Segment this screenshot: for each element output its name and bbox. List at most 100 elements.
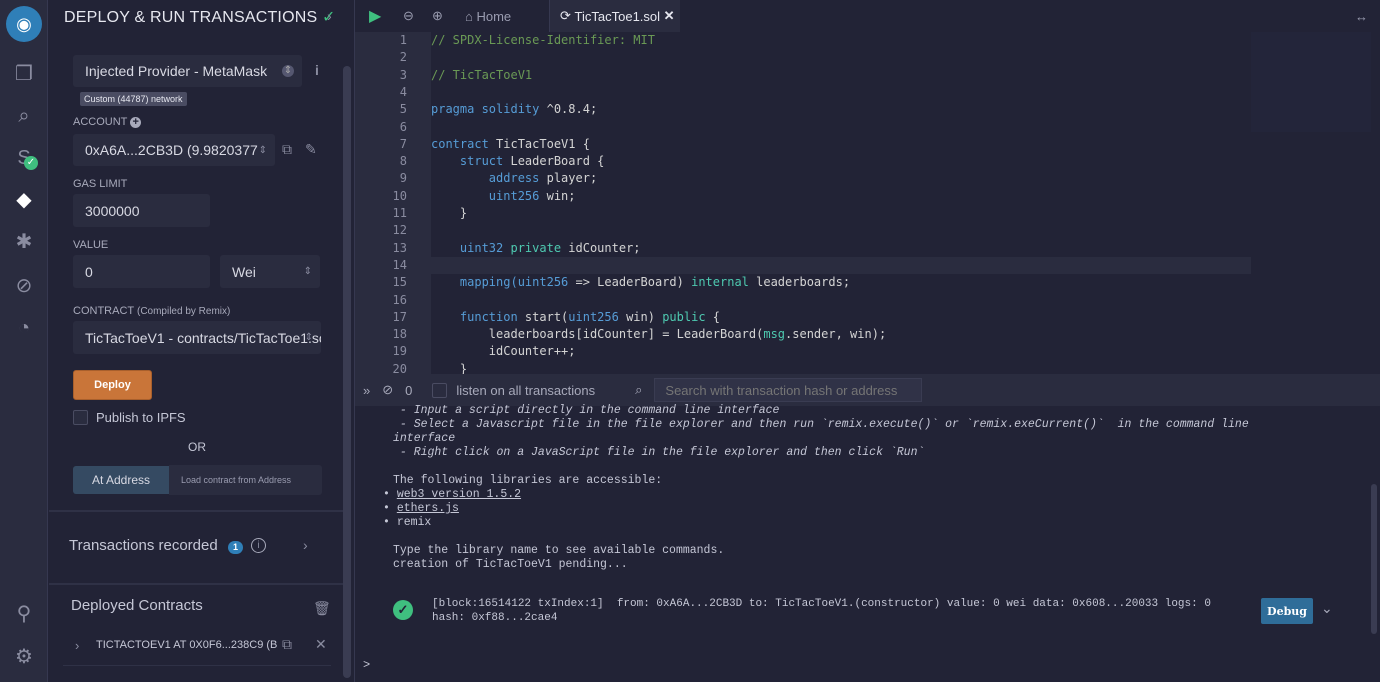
- add-account-icon[interactable]: +: [130, 117, 142, 128]
- code-text: leaderboards[idCounter] = LeaderBoard(ms…: [431, 326, 886, 343]
- terminal-prompt[interactable]: >: [363, 658, 370, 672]
- zoom-out-icon[interactable]: ⊖: [403, 0, 414, 32]
- success-icon: ✓: [393, 600, 413, 620]
- expand-icon[interactable]: ↔: [1355, 0, 1368, 32]
- code-line[interactable]: 7 contract TicTacToeV1 {: [355, 136, 1251, 153]
- close-icon[interactable]: ✕: [664, 8, 675, 24]
- code-line[interactable]: 9 address player;: [355, 170, 1251, 187]
- code-line[interactable]: 14: [355, 256, 1251, 275]
- line-number: 6: [399, 119, 407, 134]
- terminal-line: - Right click on a JavaScript file in th…: [393, 446, 925, 459]
- panel-scrollbar[interactable]: [343, 66, 351, 678]
- trash-icon[interactable]: 🗑: [313, 600, 331, 617]
- minimap[interactable]: [1251, 32, 1371, 132]
- transactions-count-badge: 1: [228, 541, 243, 554]
- contract-select[interactable]: TicTacToeV1 - contracts/TicTacToe1.sol ⇕: [73, 321, 321, 354]
- code-line[interactable]: 1 // SPDX-License-Identifier: MIT: [355, 32, 1251, 49]
- editor: ▶ ⊖ ⊕ ⌂ Home ⟳ TicTacToe1.sol ✕ ↔ 1 // SP…: [355, 0, 1380, 374]
- chevron-right-icon[interactable]: ›: [327, 8, 332, 24]
- code-area[interactable]: 1 // SPDX-License-Identifier: MIT 2 3 // Tic…: [355, 32, 1251, 374]
- tab-bar: ▶ ⊖ ⊕ ⌂ Home ⟳ TicTacToe1.sol ✕ ↔: [355, 0, 1380, 32]
- tx-hash: hash: 0xf88...2cae4: [432, 612, 558, 624]
- code-text: }: [431, 205, 467, 222]
- code-token: idCounter;: [568, 240, 641, 255]
- search-icon: ⌕: [635, 382, 643, 397]
- gas-limit-input[interactable]: 3000000: [73, 194, 210, 227]
- tab-file[interactable]: ⟳ TicTacToe1.sol ✕: [549, 0, 680, 32]
- code-line[interactable]: 3 // TicTacToeV1: [355, 67, 1251, 84]
- terminal-output: - Input a script directly in the command…: [383, 404, 1249, 571]
- contract-label: CONTRACT (Compiled by Remix): [73, 305, 230, 317]
- file-explorer-icon[interactable]: ❐: [12, 62, 36, 86]
- code-line[interactable]: 15 mapping(uint256 => LeaderBoard) inter…: [355, 274, 1251, 291]
- close-icon[interactable]: ✕: [315, 636, 327, 653]
- panel-title-text: DEPLOY & RUN TRANSACTIONS: [64, 9, 318, 26]
- line-number: 12: [392, 223, 407, 238]
- code-text: uint32 private idCounter;: [431, 240, 641, 257]
- publish-ipfs-label: Publish to IPFS: [96, 410, 186, 425]
- environment-select[interactable]: Injected Provider - MetaMask ⇕: [73, 55, 302, 87]
- listen-checkbox[interactable]: [432, 382, 448, 398]
- run-icon[interactable]: ▶: [369, 0, 381, 32]
- code-line[interactable]: 8 struct LeaderBoard {: [355, 153, 1251, 170]
- account-select[interactable]: 0xA6A...2CB3D (9.9820377 ⇕: [73, 134, 275, 166]
- transaction-log[interactable]: [block:16514122 txIndex:1] from: 0xA6A..…: [432, 597, 1211, 625]
- code-line[interactable]: 11 }: [355, 205, 1251, 222]
- terminal-line: creation of TicTacToeV1 pending...: [393, 558, 628, 571]
- chevron-right-icon[interactable]: ›: [303, 537, 308, 553]
- code-text: address player;: [431, 170, 597, 187]
- collapse-icon[interactable]: »: [363, 383, 370, 398]
- code-line[interactable]: 16: [355, 292, 1251, 309]
- edit-icon[interactable]: ✎: [305, 141, 317, 158]
- publish-ipfs-checkbox[interactable]: [73, 410, 88, 425]
- copy-icon[interactable]: ⧉: [282, 636, 292, 653]
- value-input[interactable]: 0: [73, 255, 210, 288]
- pending-count: 0: [405, 382, 413, 398]
- chevron-right-icon[interactable]: ›: [75, 638, 79, 653]
- code-line[interactable]: 19 idCounter++;: [355, 343, 1251, 360]
- code-line[interactable]: 10 uint256 win;: [355, 188, 1251, 205]
- copy-icon[interactable]: ⧉: [282, 141, 292, 158]
- code-line[interactable]: 5 pragma solidity ^0.8.4;: [355, 101, 1251, 118]
- library-link[interactable]: web3 version 1.5.2: [397, 488, 521, 501]
- solidity-compiler-icon[interactable]: S ✓: [12, 146, 38, 170]
- deployed-contract-item[interactable]: TICTACTOEV1 AT 0X0F6...238C9 (B: [96, 639, 277, 651]
- zoom-in-icon[interactable]: ⊕: [432, 0, 443, 32]
- transactions-recorded-label[interactable]: Transactions recorded: [69, 537, 218, 554]
- gas-limit-label: GAS LIMIT: [73, 178, 128, 190]
- debug-button[interactable]: Debug: [1261, 598, 1313, 624]
- code-line[interactable]: 17 function start(uint256 win) public {: [355, 309, 1251, 326]
- code-line[interactable]: 18 leaderboards[idCounter] = LeaderBoard…: [355, 326, 1251, 343]
- code-text: uint256 win;: [431, 188, 576, 205]
- search-icon[interactable]: ⌕: [12, 104, 36, 128]
- security-icon[interactable]: ⊘: [12, 274, 36, 298]
- library-link[interactable]: ethers.js: [397, 502, 459, 515]
- info-icon[interactable]: i: [251, 538, 266, 553]
- clear-icon[interactable]: ⊘: [382, 382, 393, 398]
- info-icon[interactable]: i: [315, 62, 319, 78]
- deploy-run-icon[interactable]: ◆: [12, 188, 36, 212]
- line-number: 14: [392, 257, 407, 272]
- code-line[interactable]: 6: [355, 119, 1251, 136]
- remix-logo-icon[interactable]: ◉: [6, 6, 42, 42]
- code-line[interactable]: 2: [355, 49, 1251, 66]
- deploy-button[interactable]: Deploy: [73, 370, 152, 400]
- code-token: uint256: [431, 188, 547, 203]
- at-address-button[interactable]: At Address: [73, 466, 169, 494]
- code-line[interactable]: 20 }: [355, 361, 1251, 374]
- code-text: pragma solidity ^0.8.4;: [431, 101, 597, 118]
- chevron-down-icon[interactable]: ⌄: [1321, 600, 1333, 617]
- debugger-icon[interactable]: ✱: [12, 230, 36, 254]
- code-text: function start(uint256 win) public {: [431, 309, 720, 326]
- settings-icon[interactable]: ⚙: [12, 645, 36, 669]
- value-unit-select[interactable]: Wei ⇕: [220, 255, 320, 288]
- plugin-manager-icon[interactable]: ⚲: [12, 602, 36, 626]
- code-line[interactable]: 4: [355, 84, 1251, 101]
- transaction-search-input[interactable]: [654, 378, 923, 402]
- analytics-icon[interactable]: ◔: [12, 316, 36, 340]
- address-input[interactable]: Load contract from Address: [169, 465, 322, 495]
- tab-home[interactable]: ⌂ Home: [465, 0, 511, 32]
- terminal-scrollbar[interactable]: [1371, 484, 1377, 634]
- code-line[interactable]: 13 uint32 private idCounter;: [355, 240, 1251, 257]
- code-line[interactable]: 12: [355, 222, 1251, 239]
